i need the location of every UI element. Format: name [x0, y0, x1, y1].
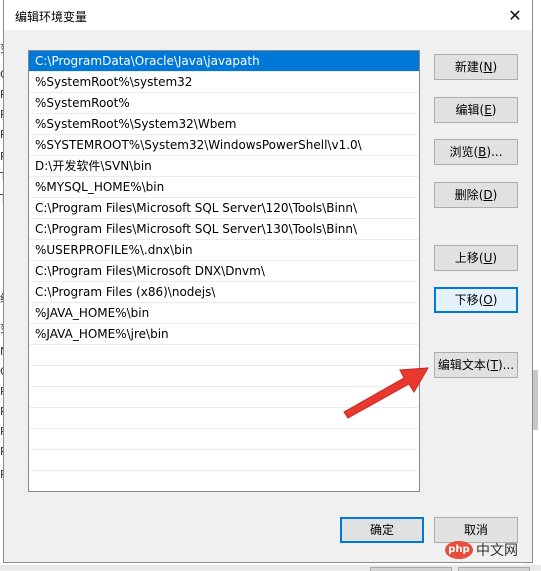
- browse-button[interactable]: 浏览(B)...: [434, 139, 518, 165]
- list-item[interactable]: C:\Program Files (x86)\nodejs\: [29, 282, 419, 303]
- move-down-button-label: 下移: [454, 293, 479, 307]
- list-item-empty[interactable]: [29, 429, 419, 450]
- background-bottom-bar: [0, 565, 541, 571]
- list-item-empty[interactable]: [29, 471, 419, 491]
- list-item[interactable]: C:\Program Files\Microsoft DNX\Dnvm\: [29, 261, 419, 282]
- list-item[interactable]: %SYSTEMROOT%\System32\WindowsPowerShell\…: [29, 135, 419, 156]
- new-button-label: 新建: [454, 60, 479, 74]
- close-button[interactable]: ✕: [498, 0, 532, 30]
- browse-button-key: B: [478, 145, 487, 159]
- php-logo-icon: php: [445, 541, 473, 559]
- move-down-button[interactable]: 下移(O): [434, 287, 518, 313]
- move-up-button[interactable]: 上移(U): [434, 245, 518, 271]
- red-arrow-annotation: [343, 367, 429, 419]
- edit-button-key: E: [484, 103, 492, 117]
- watermark: php 中文网: [445, 540, 518, 560]
- list-item[interactable]: %SystemRoot%: [29, 93, 419, 114]
- edit-text-button-suffix: ...: [502, 358, 515, 372]
- new-button[interactable]: 新建(N): [434, 54, 518, 80]
- ok-button-label: 确定: [369, 523, 394, 537]
- list-item[interactable]: D:\开发软件\SVN\bin: [29, 156, 419, 177]
- dialog-title: 编辑环境变量: [15, 10, 88, 24]
- list-item[interactable]: %MYSQL_HOME%\bin: [29, 177, 419, 198]
- list-item[interactable]: C:\ProgramData\Oracle\Java\javapath: [29, 51, 419, 72]
- edit-button-label: 编辑: [455, 103, 480, 117]
- watermark-text: 中文网: [476, 543, 518, 559]
- browse-button-suffix: ...: [491, 145, 503, 159]
- browse-button-label: 浏览: [449, 145, 474, 159]
- move-up-button-key: U: [483, 251, 493, 265]
- path-list[interactable]: C:\ProgramData\Oracle\Java\javapath %Syst…: [28, 50, 420, 492]
- edit-text-button-label: 编辑文本: [437, 358, 486, 372]
- list-item-empty[interactable]: [29, 450, 419, 471]
- new-button-key: N: [483, 60, 493, 74]
- list-item[interactable]: C:\Program Files\Microsoft SQL Server\13…: [29, 219, 419, 240]
- list-item[interactable]: %SystemRoot%\system32: [29, 72, 419, 93]
- ok-button[interactable]: 确定: [340, 517, 424, 543]
- list-item[interactable]: %USERPROFILE%\.dnx\bin: [29, 240, 419, 261]
- delete-button[interactable]: 删除(D): [434, 182, 518, 208]
- cancel-button-label: 取消: [463, 523, 488, 537]
- delete-button-label: 删除: [454, 188, 479, 202]
- edit-text-button-key: T: [490, 358, 498, 372]
- delete-button-key: D: [483, 188, 493, 202]
- edit-text-button[interactable]: 编辑文本(T)...: [434, 352, 518, 378]
- list-item[interactable]: C:\Program Files\Microsoft SQL Server\12…: [29, 198, 419, 219]
- move-up-button-label: 上移: [454, 251, 479, 265]
- list-item[interactable]: %JAVA_HOME%\jre\bin: [29, 324, 419, 345]
- list-item[interactable]: %SystemRoot%\System32\Wbem: [29, 114, 419, 135]
- list-item[interactable]: %JAVA_HOME%\bin: [29, 303, 419, 324]
- move-down-button-key: O: [483, 293, 493, 307]
- background-button: [458, 567, 530, 571]
- close-icon: ✕: [508, 5, 522, 25]
- background-button: [370, 567, 452, 571]
- edit-env-var-dialog: 编辑环境变量 ✕ C:\ProgramData\Oracle\Java\java…: [3, 0, 533, 563]
- arrow-icon: [343, 367, 429, 419]
- edit-button[interactable]: 编辑(E): [434, 97, 518, 123]
- title-bar: 编辑环境变量 ✕: [4, 0, 532, 30]
